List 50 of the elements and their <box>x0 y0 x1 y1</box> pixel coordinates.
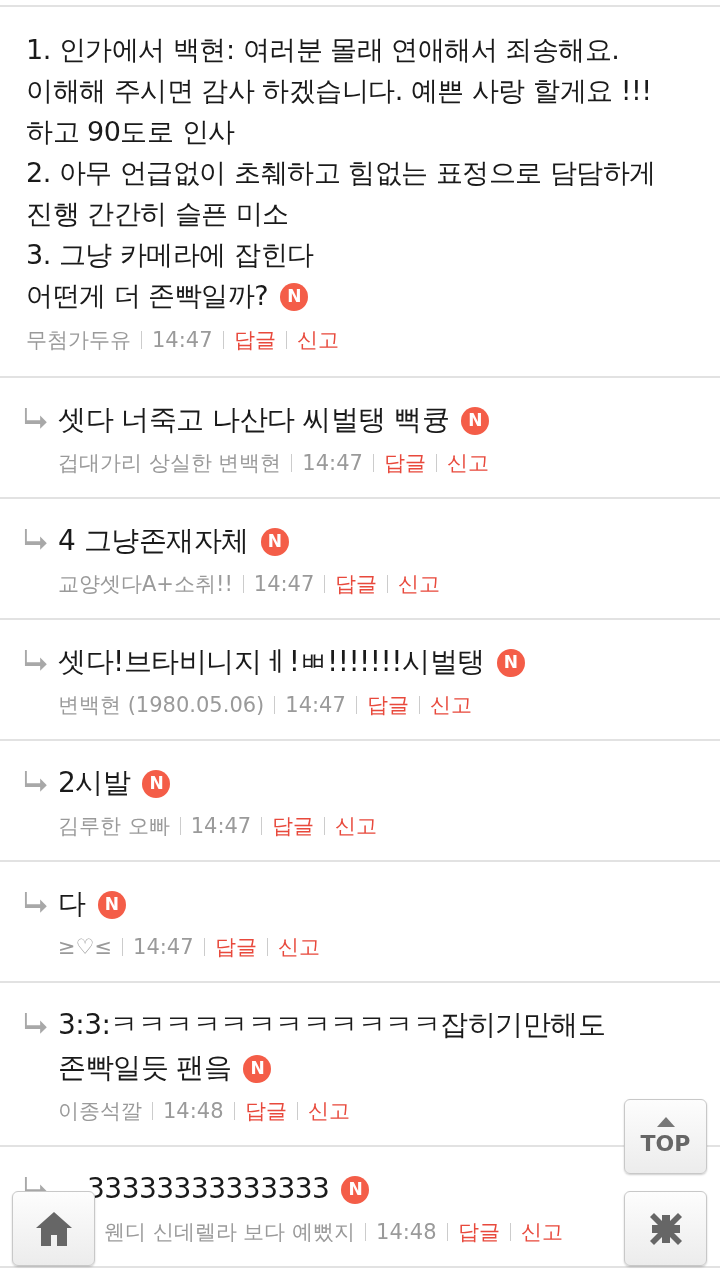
comment-time: 14:48 <box>163 1099 224 1123</box>
comment-text: 2시발 N <box>58 761 706 804</box>
report-link[interactable]: 신고 <box>398 570 441 598</box>
reply-link[interactable]: 답글 <box>366 691 409 719</box>
comment-time: 14:47 <box>152 328 213 352</box>
comment-text: 1. 인가에서 백현: 여러분 몰래 연애해서 죄송해요. 이해해 주시면 감사 하겠습니다. 예쁜 사랑 할게요 !!! 하고 90도로 인사 2. 아무 언급없이 초췌하고 힘없는 표정으로 담담하게 진행 간간히 슬픈 미소 3. 그냥 카메라에 잡힌다 어떤게 더 존빡일까? N <box>26 33 657 313</box>
comment-time: 14:48 <box>376 1220 437 1244</box>
comment-time: 14:47 <box>302 451 363 475</box>
comment-text: 다 N <box>58 882 706 925</box>
up-triangle-icon <box>656 1117 675 1127</box>
reply-link[interactable]: 답글 <box>244 1097 287 1125</box>
author-name: 이종석깔 <box>58 1098 142 1125</box>
author-name: 무첨가두유 <box>26 327 131 354</box>
report-link[interactable]: 신고 <box>429 691 472 719</box>
report-link[interactable]: 신고 <box>277 933 320 961</box>
author-name: 변백현 (1980.05.06) <box>58 692 265 719</box>
new-badge: N <box>243 1054 272 1083</box>
reply-link[interactable]: 답글 <box>272 812 315 840</box>
report-link[interactable]: 신고 <box>335 812 378 840</box>
new-badge: N <box>461 406 490 435</box>
reply-link[interactable]: 답글 <box>383 449 426 477</box>
author-name: 김루한 오빠 <box>58 813 170 840</box>
reply-link[interactable]: 답글 <box>457 1218 500 1246</box>
report-link[interactable]: 신고 <box>520 1218 563 1246</box>
new-badge: N <box>142 769 171 798</box>
new-badge: N <box>496 648 525 677</box>
reply-link[interactable]: 답글 <box>233 326 276 354</box>
comment-time: 14:47 <box>190 814 252 838</box>
reply-link[interactable]: 답글 <box>335 570 378 598</box>
report-link[interactable]: 신고 <box>307 1097 350 1125</box>
new-badge: N <box>97 890 126 919</box>
new-badge: N <box>260 527 289 556</box>
comment-text: 3:3:ㅋㅋㅋㅋㅋㅋㅋㅋㅋㅋㅋㅋ잡히기만해도 존빡일듯 팬읔 N <box>58 1007 607 1086</box>
author-name: 교양셋다A+소취!! <box>58 571 233 598</box>
author-name: ≥♡≤ <box>58 935 113 959</box>
comment-time: 14:47 <box>285 693 346 717</box>
comment-time: 14:47 <box>133 935 194 959</box>
report-link[interactable]: 신고 <box>296 326 339 354</box>
comment-time: 14:47 <box>253 572 315 596</box>
reply-link[interactable]: 답글 <box>214 933 257 961</box>
collapse-button[interactable] <box>624 1191 707 1266</box>
new-badge: N <box>341 1175 370 1204</box>
comment-text: 셋다 너죽고 나산다 씨벌탱 뻑큥 N <box>58 398 706 441</box>
author-name: 겁대가리 상실한 변백현 <box>58 450 282 477</box>
new-badge: N <box>280 282 308 311</box>
author-name: 웬디 신데렐라 보다 예뻤지 <box>104 1219 356 1246</box>
comment-text: 셋다!브타비니지ㅔ!ㅃ!!!!!!!시벌탱 N <box>58 640 706 683</box>
report-link[interactable]: 신고 <box>446 449 489 477</box>
comment-text: 4 그냥존재자체 N <box>58 519 706 562</box>
top-button[interactable]: TOP <box>624 1099 707 1174</box>
